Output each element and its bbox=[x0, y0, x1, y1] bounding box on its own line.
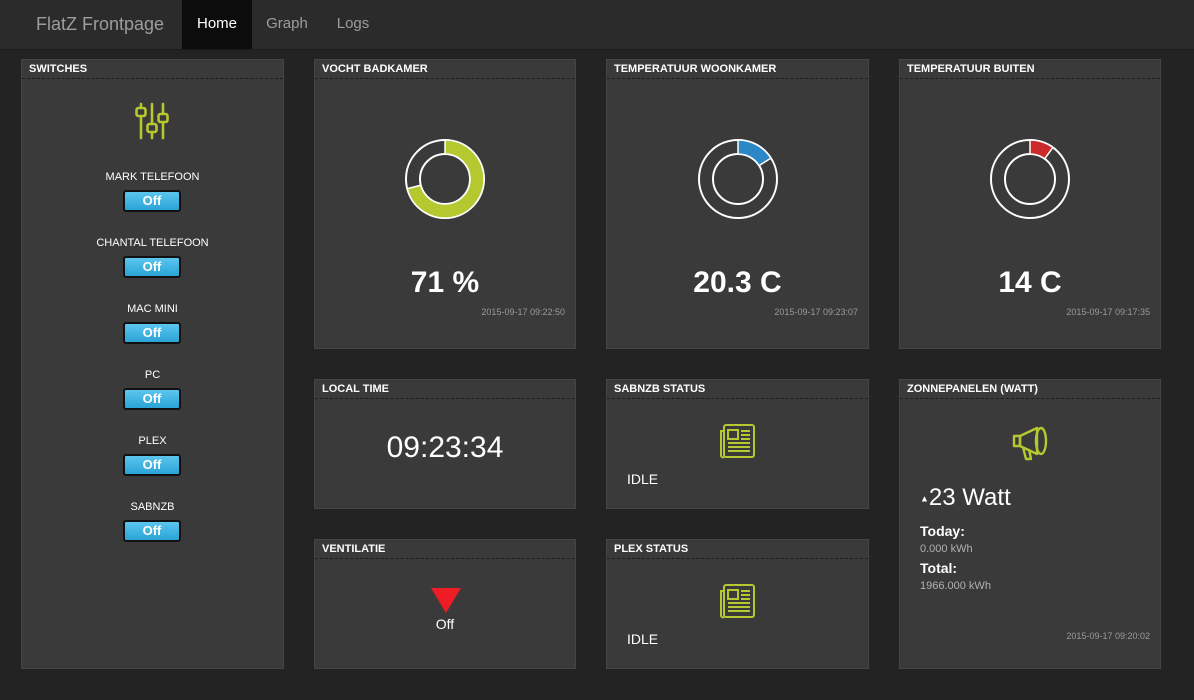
sabnzb-status-panel: SABNZB STATUS IDLE bbox=[606, 379, 869, 509]
local-time-panel: LOCAL TIME 09:23:34 bbox=[314, 379, 576, 509]
nav-graph[interactable]: Graph bbox=[254, 0, 320, 49]
zonnepanelen-power: ▲23 Watt bbox=[920, 484, 1011, 512]
trend-up-icon: ▲ bbox=[920, 493, 929, 504]
temperatuur-woonkamer-title: TEMPERATUUR WOONKAMER bbox=[607, 60, 868, 79]
navbar: FlatZ Frontpage Home Graph Logs bbox=[0, 0, 1194, 50]
switch-button-plex[interactable]: Off bbox=[123, 454, 181, 476]
zonnepanelen-timestamp: 2015-09-17 09:20:02 bbox=[1066, 631, 1150, 641]
plex-status-panel: PLEX STATUS IDLE bbox=[606, 539, 869, 669]
temperatuur-buiten-title: TEMPERATUUR BUITEN bbox=[900, 60, 1160, 79]
switch-button-chantal-telefoon[interactable]: Off bbox=[123, 256, 181, 278]
vocht-badkamer-title: VOCHT BADKAMER bbox=[315, 60, 575, 79]
temperatuur-buiten-value: 14 C bbox=[998, 266, 1062, 299]
newspaper-icon bbox=[720, 424, 755, 459]
switch-button-sabnzb[interactable]: Off bbox=[123, 520, 181, 542]
temperatuur-woonkamer-panel: TEMPERATUUR WOONKAMER 20.3 C 2015-09-17 … bbox=[606, 59, 869, 349]
ventilatie-state: Off bbox=[435, 616, 455, 632]
switch-label-mac-mini: MAC MINI bbox=[127, 303, 178, 315]
vocht-gauge-arc bbox=[406, 139, 485, 219]
temperatuur-woonkamer-gauge bbox=[697, 139, 778, 219]
nav-home[interactable]: Home bbox=[182, 0, 252, 49]
switches-panel: SWITCHES MARK TELEFOON Off CHANTAL TELEF… bbox=[21, 59, 284, 669]
temperatuur-woonkamer-value: 20.3 C bbox=[693, 266, 782, 299]
vocht-gauge bbox=[405, 139, 485, 219]
total-value: 1966.000 kWh bbox=[920, 580, 991, 592]
nav-logs[interactable]: Logs bbox=[324, 0, 382, 49]
switch-button-pc[interactable]: Off bbox=[123, 388, 181, 410]
vocht-timestamp: 2015-09-17 09:22:50 bbox=[481, 307, 565, 317]
switch-label-mark-telefoon: MARK TELEFOON bbox=[105, 171, 200, 183]
ventilatie-title: VENTILATIE bbox=[315, 540, 575, 559]
temperatuur-buiten-gauge-arc bbox=[1029, 139, 1054, 160]
temperatuur-buiten-gauge bbox=[990, 139, 1070, 219]
temperatuur-buiten-timestamp: 2015-09-17 09:17:35 bbox=[1066, 307, 1150, 317]
plex-status-text: IDLE bbox=[627, 631, 659, 647]
switch-button-mark-telefoon[interactable]: Off bbox=[123, 190, 181, 212]
sliders-icon bbox=[135, 102, 169, 140]
today-value: 0.000 kWh bbox=[920, 543, 973, 555]
today-label: Today: bbox=[920, 523, 965, 539]
temperatuur-buiten-panel: TEMPERATUUR BUITEN 14 C 2015-09-17 09:17… bbox=[899, 59, 1161, 349]
plex-status-title: PLEX STATUS bbox=[607, 540, 868, 559]
zonnepanelen-power-value: 23 Watt bbox=[928, 484, 1011, 511]
vocht-value: 71 % bbox=[410, 266, 480, 299]
temperatuur-woonkamer-gauge-arc bbox=[736, 139, 772, 167]
switch-button-mac-mini[interactable]: Off bbox=[123, 322, 181, 344]
local-time-value: 09:23:34 bbox=[386, 431, 504, 464]
brand-title[interactable]: FlatZ Frontpage bbox=[36, 14, 164, 35]
local-time-title: LOCAL TIME bbox=[315, 380, 575, 399]
switches-title: SWITCHES bbox=[22, 60, 283, 79]
sabnzb-status-text: IDLE bbox=[627, 471, 659, 487]
zonnepanelen-title: ZONNEPANELEN (WATT) bbox=[900, 380, 1160, 399]
switch-label-pc: PC bbox=[144, 369, 161, 381]
sabnzb-status-title: SABNZB STATUS bbox=[607, 380, 868, 399]
switch-label-plex: PLEX bbox=[138, 435, 167, 447]
ventilatie-panel: VENTILATIE Off bbox=[314, 539, 576, 669]
megaphone-icon bbox=[1012, 426, 1048, 461]
switch-label-chantal-telefoon: CHANTAL TELEFOON bbox=[96, 237, 209, 249]
switch-label-sabnzb: SABNZB bbox=[130, 501, 175, 513]
zonnepanelen-panel: ZONNEPANELEN (WATT) ▲23 Watt Today: 0.00… bbox=[899, 379, 1161, 669]
newspaper-icon bbox=[720, 584, 755, 619]
total-label: Total: bbox=[920, 560, 958, 576]
vocht-badkamer-panel: VOCHT BADKAMER 71 % 2015-09-17 09:22:50 bbox=[314, 59, 576, 349]
temperatuur-woonkamer-timestamp: 2015-09-17 09:23:07 bbox=[774, 307, 858, 317]
triangle-down-icon[interactable] bbox=[431, 588, 461, 614]
